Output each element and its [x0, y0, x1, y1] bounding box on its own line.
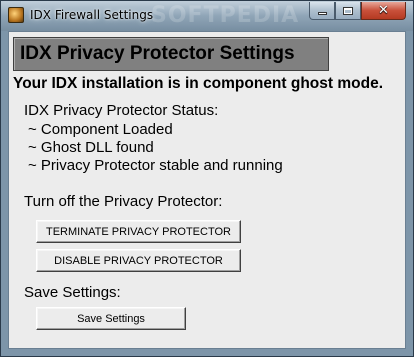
- status-line-ghost-dll: ~ Ghost DLL found: [28, 139, 154, 156]
- status-heading: IDX Privacy Protector Status:: [24, 102, 219, 119]
- minimize-button[interactable]: [309, 2, 335, 20]
- client-area: IDX Privacy Protector Settings Your IDX …: [8, 31, 406, 349]
- maximize-icon: [343, 6, 353, 15]
- watermark: SOFTPEDIA: [151, 3, 300, 28]
- status-line-component: ~ Component Loaded: [28, 121, 173, 138]
- app-icon[interactable]: [8, 7, 24, 23]
- turn-off-label: Turn off the Privacy Protector:: [24, 193, 223, 210]
- close-button[interactable]: ✕: [361, 2, 406, 20]
- disable-button[interactable]: DISABLE PRIVACY PROTECTOR: [36, 249, 241, 272]
- header-banner: IDX Privacy Protector Settings: [13, 37, 329, 71]
- window: IDX Firewall Settings SOFTPEDIA ✕ IDX Pr…: [0, 0, 414, 357]
- minimize-icon: [317, 12, 327, 15]
- status-line-stable: ~ Privacy Protector stable and running: [28, 157, 283, 174]
- window-title: IDX Firewall Settings: [30, 8, 154, 22]
- save-label: Save Settings:: [24, 284, 121, 301]
- ghost-mode-notice: Your IDX installation is in component gh…: [13, 75, 384, 92]
- page-title: IDX Privacy Protector Settings: [20, 43, 295, 64]
- save-settings-button[interactable]: Save Settings: [36, 307, 186, 330]
- terminate-button[interactable]: TERMINATE PRIVACY PROTECTOR: [36, 220, 241, 243]
- maximize-button[interactable]: [335, 2, 361, 20]
- close-icon: ✕: [378, 3, 389, 18]
